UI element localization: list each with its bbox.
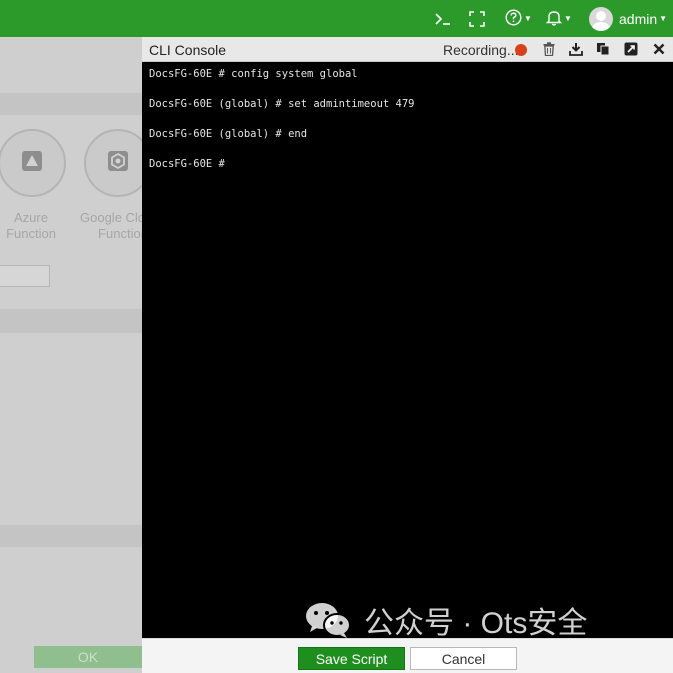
recording-status: Recording... xyxy=(443,42,519,58)
trash-icon[interactable] xyxy=(541,41,557,57)
copy-icon[interactable] xyxy=(595,41,611,57)
terminal-line: DocsFG-60E # xyxy=(149,158,225,170)
azure-function-label: Azure Function xyxy=(6,210,56,241)
cli-console: CLI Console Recording... DocsFG-60E # co… xyxy=(142,37,673,673)
chevron-down-icon: ▼ xyxy=(659,14,668,23)
console-footer: Save Script Cancel xyxy=(142,638,673,673)
username: admin xyxy=(619,10,658,27)
background-page: AzureFunction Google Cloud Function OK xyxy=(0,37,142,673)
google-cloud-function-label: Google Cloud Function xyxy=(80,210,142,241)
ok-button: OK xyxy=(34,646,142,668)
watermark: 公众号 · Ots安全 xyxy=(304,598,587,642)
wechat-logo-icon xyxy=(304,601,352,639)
section-header xyxy=(0,309,142,333)
notifications-menu[interactable]: ▼ xyxy=(545,0,572,37)
azure-icon xyxy=(21,150,43,177)
fullscreen-icon[interactable] xyxy=(469,0,485,37)
console-header: CLI Console Recording... xyxy=(142,37,673,62)
section-header xyxy=(0,93,142,115)
help-icon xyxy=(505,8,522,29)
bell-icon xyxy=(545,9,563,29)
recording-indicator[interactable] xyxy=(515,44,527,56)
avatar xyxy=(589,6,613,31)
chevron-down-icon: ▼ xyxy=(524,14,532,23)
google-cloud-icon xyxy=(107,150,129,177)
terminal-line: DocsFG-60E # config system global xyxy=(149,68,358,80)
cancel-button[interactable]: Cancel xyxy=(410,647,517,670)
console-title: CLI Console xyxy=(149,42,227,58)
terminal-line: DocsFG-60E (global) # set admintimeout 4… xyxy=(149,98,415,110)
terminal-line: DocsFG-60E (global) # end xyxy=(149,128,308,140)
expand-icon[interactable] xyxy=(623,41,639,57)
top-bar: ▼ ▼ admin ▼ xyxy=(0,0,673,37)
background-input xyxy=(0,265,50,287)
chevron-down-icon: ▼ xyxy=(564,14,572,23)
google-cloud-function-card xyxy=(84,129,142,197)
cli-prompt-icon[interactable] xyxy=(434,0,452,37)
close-icon[interactable] xyxy=(651,41,667,57)
section-header xyxy=(0,525,142,547)
watermark-text: 公众号 · Ots安全 xyxy=(364,607,588,640)
help-menu[interactable]: ▼ xyxy=(505,0,532,37)
terminal-output[interactable]: DocsFG-60E # config system global DocsFG… xyxy=(149,67,669,187)
download-icon[interactable] xyxy=(568,41,584,57)
azure-function-card xyxy=(0,129,66,197)
user-menu[interactable]: admin ▼ xyxy=(589,0,667,37)
save-script-button[interactable]: Save Script xyxy=(298,647,405,670)
